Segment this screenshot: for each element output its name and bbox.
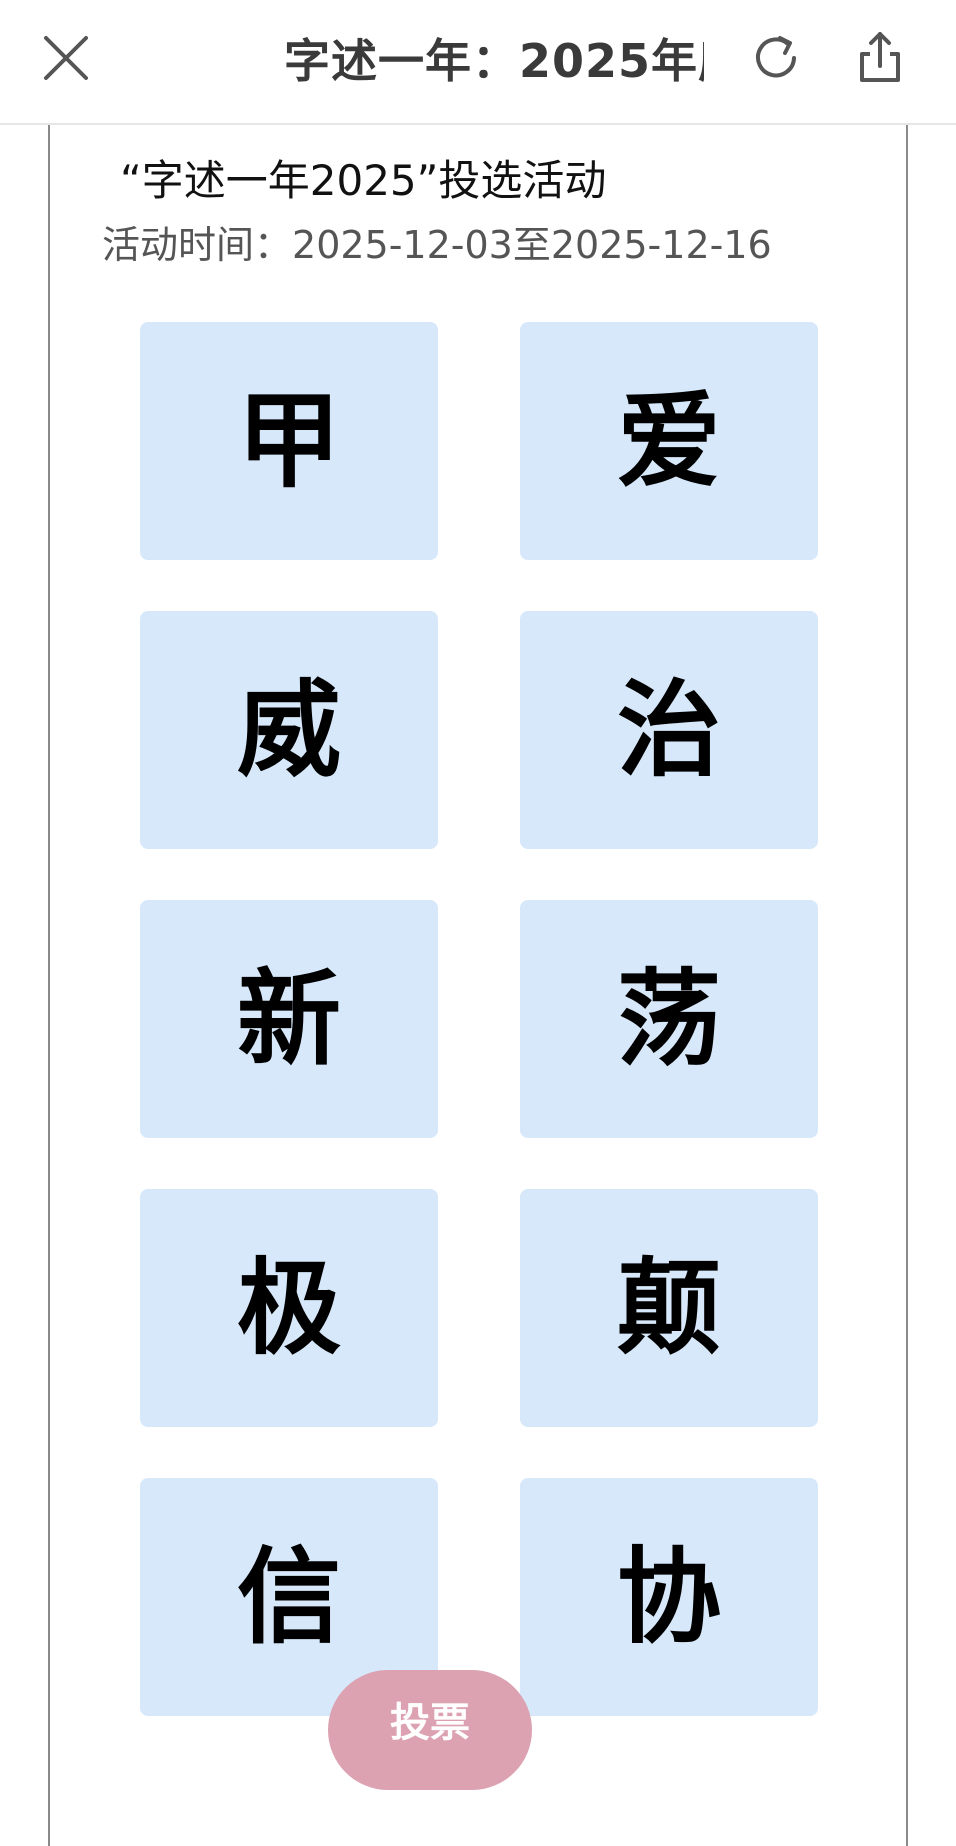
character-card[interactable]: 协 xyxy=(520,1478,818,1716)
character-text: 治 xyxy=(616,669,721,791)
event-time-label: 活动时间： xyxy=(102,223,293,267)
character-card[interactable]: 治 xyxy=(520,611,818,849)
close-icon[interactable] xyxy=(38,30,94,86)
character-card[interactable]: 极 xyxy=(140,1189,438,1427)
vote-button[interactable]: 投票 xyxy=(328,1670,532,1790)
character-text: 威 xyxy=(236,669,341,791)
page-title-container: 字述一年：2025年度汉字 xyxy=(284,28,704,94)
event-time: 活动时间：2025-12-03至2025-12-16 xyxy=(102,217,772,273)
character-text: 荡 xyxy=(616,958,721,1080)
character-text: 协 xyxy=(616,1536,721,1658)
top-navigation-bar: 字述一年：2025年度汉字 xyxy=(0,0,956,125)
activity-content: “字述一年2025”投选活动 活动时间：2025-12-03至2025-12-1… xyxy=(48,125,908,1846)
event-title: “字述一年2025”投选活动 xyxy=(120,156,607,205)
character-card[interactable]: 颠 xyxy=(520,1189,818,1427)
character-card[interactable]: 甲 xyxy=(140,322,438,560)
character-text: 新 xyxy=(236,958,341,1080)
character-text: 甲 xyxy=(236,380,341,502)
character-text: 爱 xyxy=(616,380,721,502)
page-title: 字述一年：2025年度汉字 xyxy=(284,34,704,88)
character-text: 颠 xyxy=(616,1247,721,1369)
character-card[interactable]: 威 xyxy=(140,611,438,849)
character-card[interactable]: 荡 xyxy=(520,900,818,1138)
character-card[interactable]: 新 xyxy=(140,900,438,1138)
character-text: 信 xyxy=(236,1536,341,1658)
event-time-value: 2025-12-03至2025-12-16 xyxy=(292,223,772,267)
character-text: 极 xyxy=(236,1247,341,1369)
character-card[interactable]: 爱 xyxy=(520,322,818,560)
refresh-icon[interactable] xyxy=(748,30,804,86)
share-icon[interactable] xyxy=(852,28,908,88)
